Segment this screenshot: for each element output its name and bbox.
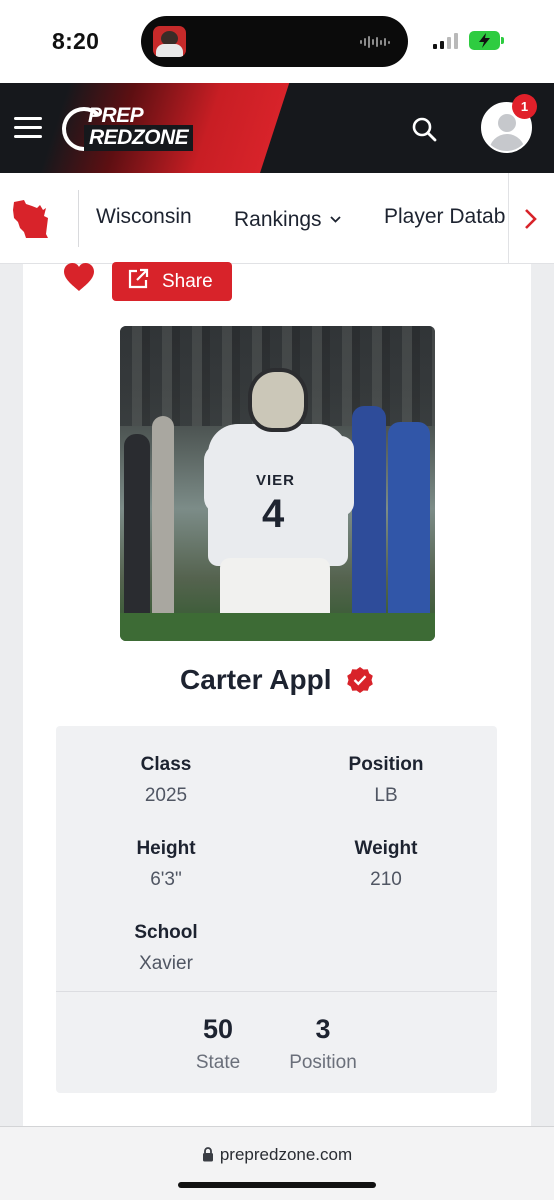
url-display[interactable]: prepredzone.com (0, 1145, 554, 1167)
lock-icon (202, 1147, 214, 1167)
audio-waveform-icon (360, 36, 390, 48)
nav-scroll-right-button[interactable] (508, 173, 554, 263)
share-icon (126, 267, 150, 297)
nav-rankings[interactable]: Rankings (234, 205, 341, 232)
wisconsin-state-icon[interactable] (10, 196, 56, 242)
detail-position: Position LB (348, 754, 424, 806)
chevron-right-icon (525, 209, 537, 229)
favorite-heart-icon[interactable] (63, 262, 95, 292)
site-header: PREP REDZONE 1 (0, 83, 554, 173)
status-bar: 8:20 (0, 0, 554, 83)
verified-check-icon (346, 666, 374, 694)
cellular-signal-icon (433, 33, 458, 49)
notification-badge: 1 (512, 94, 537, 119)
dynamic-island[interactable] (141, 16, 408, 67)
detail-weight: Weight 210 (354, 838, 418, 890)
sub-navigation: Wisconsin Rankings Player Datab (0, 173, 554, 264)
share-label: Share (162, 270, 213, 292)
detail-height: Height 6'3" (136, 838, 196, 890)
nav-rankings-label: Rankings (234, 208, 322, 231)
player-helmet (248, 368, 308, 432)
rankings-divider (56, 991, 497, 992)
player-profile-card: Share VIER 4 Carter Appl Class 2025 Posi… (23, 262, 531, 1126)
search-icon[interactable] (411, 116, 437, 142)
browser-address-bar[interactable]: prepredzone.com (0, 1126, 554, 1200)
home-indicator[interactable] (178, 1182, 376, 1188)
nav-wisconsin[interactable]: Wisconsin (96, 205, 192, 229)
hamburger-menu-icon[interactable] (14, 117, 42, 139)
url-text: prepredzone.com (219, 1145, 353, 1164)
now-playing-thumbnail (153, 26, 186, 57)
prep-redzone-logo[interactable]: PREP REDZONE (62, 103, 202, 155)
detail-school: School Xavier (134, 922, 198, 974)
chevron-down-icon (329, 205, 341, 229)
detail-class: Class 2025 (140, 754, 192, 806)
rank-position[interactable]: 3 Position (268, 1014, 378, 1074)
battery-charging-icon (469, 31, 500, 50)
player-name: Carter Appl (180, 664, 332, 695)
player-name-row: Carter Appl (23, 664, 531, 696)
rank-state[interactable]: 50 State (163, 1014, 273, 1074)
player-photo: VIER 4 (120, 326, 435, 641)
share-button[interactable]: Share (112, 262, 232, 301)
status-time: 8:20 (52, 28, 100, 54)
player-details-panel: Class 2025 Position LB Height 6'3" Weigh… (56, 726, 497, 1093)
nav-player-database[interactable]: Player Datab (384, 205, 508, 229)
